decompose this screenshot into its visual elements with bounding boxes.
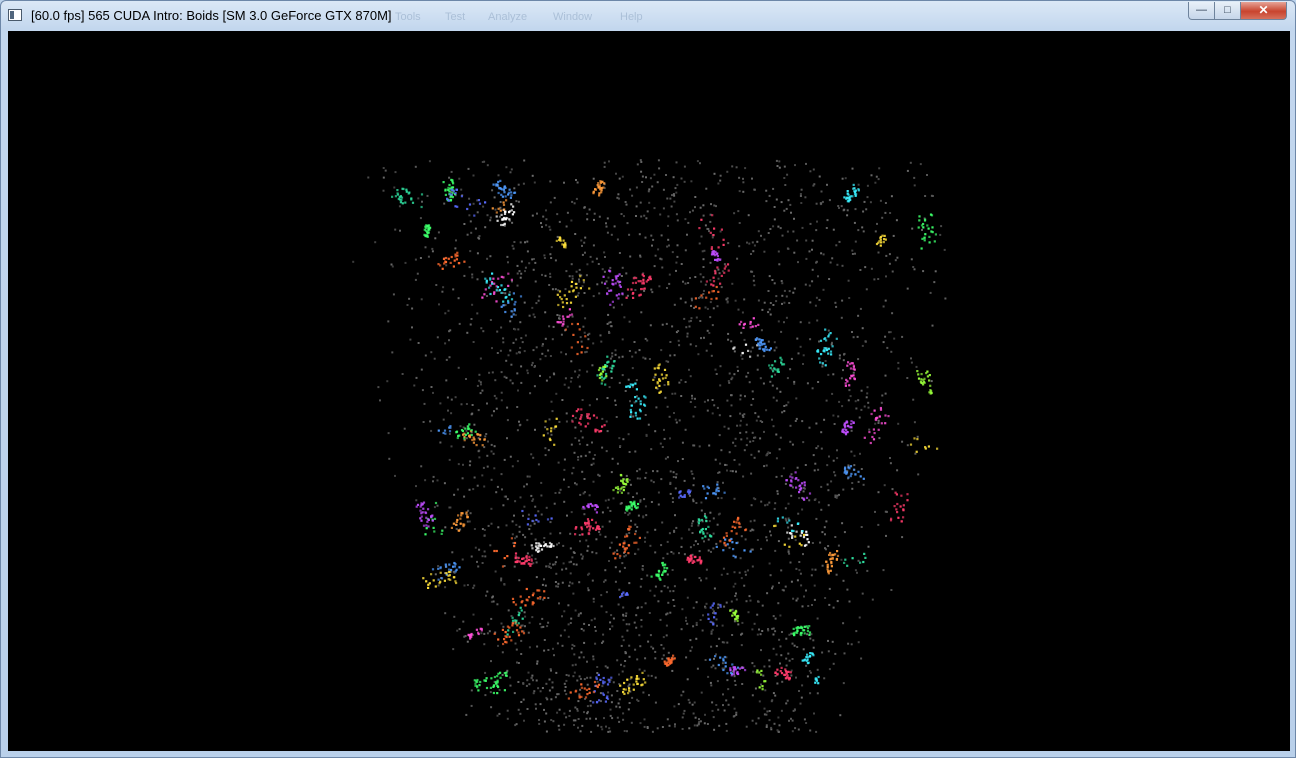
title-bar[interactable]: [60.0 fps] 565 CUDA Intro: Boids [SM 3.0… — [1, 1, 1295, 31]
boids-particle-field — [352, 159, 947, 733]
minimize-button[interactable]: — — [1188, 2, 1215, 20]
background-boids — [352, 159, 947, 733]
maximize-icon: □ — [1224, 4, 1231, 16]
ghost-menu-window: Window — [553, 11, 593, 23]
application-window: [60.0 fps] 565 CUDA Intro: Boids [SM 3.0… — [0, 0, 1296, 758]
app-window-icon[interactable] — [8, 9, 22, 21]
ghost-menu-test: Test — [445, 11, 466, 23]
window-title: [60.0 fps] 565 CUDA Intro: Boids [SM 3.0… — [31, 8, 392, 23]
ghost-menu-help: Help — [620, 11, 643, 23]
close-icon: ✕ — [1258, 3, 1269, 17]
flock-clusters — [391, 178, 939, 704]
minimize-icon: — — [1196, 4, 1207, 16]
boids-render-viewport[interactable] — [8, 31, 1290, 751]
ghost-menu-tools: Tools — [395, 11, 421, 23]
ghost-menu-analyze: Analyze — [488, 11, 528, 23]
close-button[interactable]: ✕ — [1240, 2, 1287, 20]
maximize-button[interactable]: □ — [1214, 2, 1241, 20]
